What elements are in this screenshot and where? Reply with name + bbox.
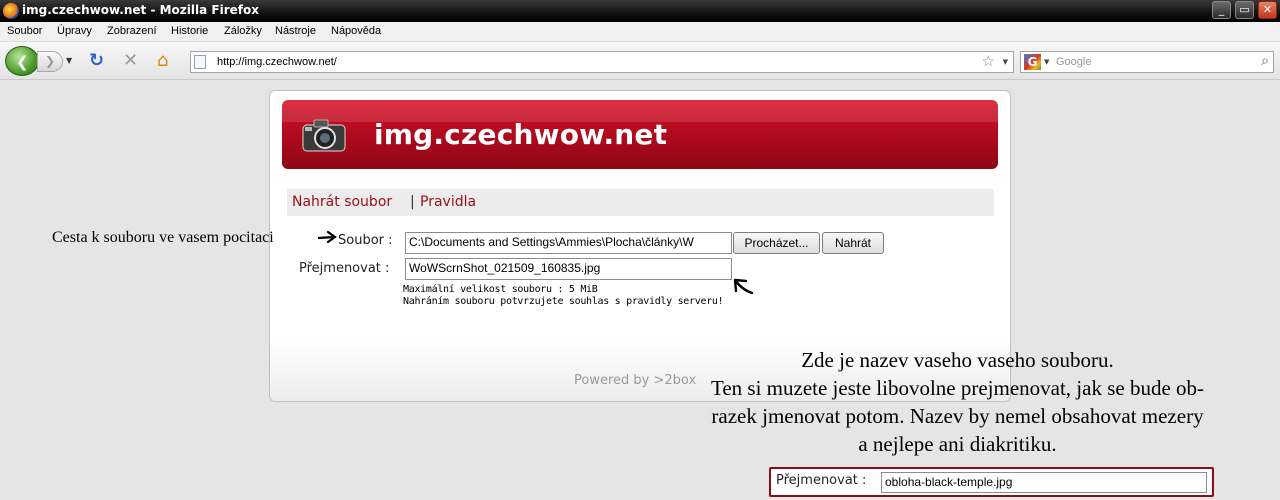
- home-icon[interactable]: ⌂: [157, 51, 168, 71]
- file-label: Soubor :: [338, 233, 393, 248]
- menu-item-nastroje[interactable]: Nástroje: [275, 25, 316, 37]
- annotation-line: razek jmenovat potom. Nazev by nemel obs…: [711, 404, 1204, 428]
- arrow-up-left-icon: [733, 278, 754, 295]
- annotation-line: a nejlepe ani diakritiku.: [858, 432, 1057, 456]
- annotation-file-path: Cesta k souboru ve vasem pocitaci: [52, 229, 274, 246]
- tab-separator: |: [410, 194, 415, 210]
- history-dropdown-icon[interactable]: ▼: [66, 56, 72, 65]
- minimize-button[interactable]: _: [1212, 1, 1231, 19]
- search-bar[interactable]: G ▼ Google ⌕: [1020, 51, 1274, 73]
- back-button[interactable]: ❮: [5, 46, 39, 76]
- upload-button[interactable]: Nahrát: [822, 232, 884, 254]
- maximize-button[interactable]: ▭: [1235, 1, 1254, 19]
- arrow-right-icon: [318, 230, 337, 244]
- search-icon[interactable]: ⌕: [1261, 53, 1269, 69]
- url-dropdown-icon[interactable]: ▼: [1003, 58, 1008, 66]
- agreement-note: Nahráním souboru potvrzujete souhlas s p…: [403, 296, 724, 307]
- menu-bar: Soubor Úpravy Zobrazení Historie Záložky…: [0, 22, 1280, 42]
- title-bar: img.czechwow.net - Mozilla Firefox _ ▭ ✕: [0, 0, 1280, 22]
- back-arrow-icon: ❮: [16, 53, 29, 71]
- file-path-input[interactable]: C:\Documents and Settings\Ammies\Plocha\…: [405, 232, 732, 254]
- menu-item-zobrazeni[interactable]: Zobrazení: [107, 25, 157, 37]
- google-icon[interactable]: G: [1024, 54, 1041, 70]
- zoom-rename-label: Přejmenovat :: [776, 473, 867, 488]
- search-engine-dropdown-icon[interactable]: ▼: [1044, 58, 1049, 66]
- menu-item-zalozky[interactable]: Záložky: [224, 25, 262, 37]
- zoom-rename-input[interactable]: obloha-black-temple.jpg: [881, 472, 1207, 493]
- menu-item-upravy[interactable]: Úpravy: [57, 25, 92, 37]
- rename-input[interactable]: WoWScrnShot_021509_160835.jpg: [405, 258, 732, 280]
- bookmark-star-icon[interactable]: ☆: [982, 52, 995, 70]
- window-title: img.czechwow.net - Mozilla Firefox: [22, 3, 259, 17]
- url-bar[interactable]: http://img.czechwow.net/ ☆ ▼: [190, 51, 1014, 73]
- reload-icon[interactable]: ↻: [89, 51, 104, 71]
- annotation-line: Ten si muzete jeste libovolne prejmenova…: [710, 376, 1205, 400]
- site-title: img.czechwow.net: [374, 118, 668, 151]
- annotation-line: Zde je nazev vaseho vaseho souboru.: [801, 348, 1114, 372]
- stop-icon[interactable]: ✕: [123, 51, 138, 71]
- max-size-note: Maximální velikost souboru : 5 MiB: [403, 284, 598, 295]
- menu-item-soubor[interactable]: Soubor: [7, 25, 42, 37]
- menu-item-napoveda[interactable]: Nápověda: [331, 25, 381, 37]
- rename-zoom-callout: Přejmenovat : obloha-black-temple.jpg: [769, 467, 1214, 497]
- menu-item-historie[interactable]: Historie: [171, 25, 208, 37]
- page-content: img.czechwow.net Nahrát soubor | Pravidl…: [0, 81, 1280, 500]
- close-button[interactable]: ✕: [1258, 1, 1277, 19]
- tab-upload[interactable]: Nahrát soubor: [292, 194, 392, 210]
- forward-button[interactable]: ❯: [37, 51, 63, 72]
- site-banner: img.czechwow.net: [282, 100, 998, 169]
- search-placeholder[interactable]: Google: [1056, 56, 1091, 68]
- nav-tabs: Nahrát soubor | Pravidla: [287, 189, 994, 216]
- page-icon: [194, 55, 206, 69]
- rename-label: Přejmenovat :: [299, 261, 390, 276]
- annotation-rename-explanation: Zde je nazev vaseho vaseho souboru. Ten …: [650, 346, 1265, 458]
- forward-arrow-icon: ❯: [44, 54, 56, 68]
- firefox-icon: [3, 3, 19, 19]
- camera-icon: [302, 119, 346, 152]
- tab-rules[interactable]: Pravidla: [420, 194, 476, 210]
- url-text[interactable]: http://img.czechwow.net/: [217, 56, 337, 68]
- browse-button[interactable]: Procházet...: [733, 232, 820, 254]
